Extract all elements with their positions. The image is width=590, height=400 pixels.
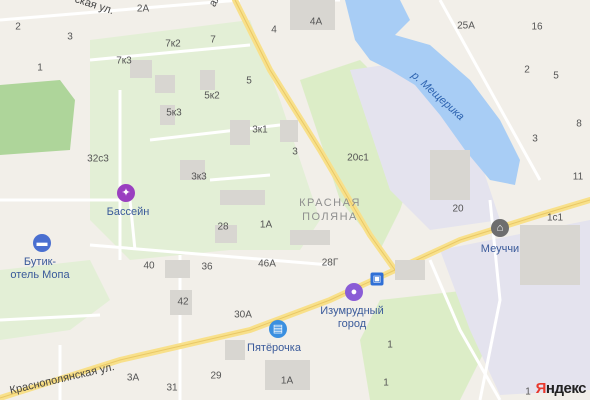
house-number: 36 xyxy=(201,261,213,273)
house-number: 7 xyxy=(210,34,216,46)
house-number: 2А xyxy=(136,3,150,15)
house-number: 1А xyxy=(280,375,294,387)
map-base xyxy=(0,0,590,400)
poi-label-meucci[interactable]: Меуччи xyxy=(481,243,519,256)
poi-label-pyaterochka[interactable]: Пятёрочка xyxy=(247,342,301,355)
house-number: 3к1 xyxy=(252,124,268,136)
house-number: 20с1 xyxy=(347,152,369,164)
basket-icon[interactable]: ▤ xyxy=(269,320,287,338)
house-number: 5 xyxy=(246,75,252,87)
house-number: 3к3 xyxy=(191,171,207,183)
house-number: 1 xyxy=(525,386,531,398)
house-number: 2 xyxy=(15,21,21,33)
poi-label-hotel[interactable]: Бутик- отель Мопа xyxy=(10,256,69,282)
dumbbell-icon[interactable]: ✦ xyxy=(117,184,135,202)
house-number: 20 xyxy=(452,203,464,215)
house-number: 28Г xyxy=(321,257,339,269)
yandex-logo[interactable]: Яндекс xyxy=(536,380,587,397)
house-number: 3А xyxy=(126,372,140,384)
house-number: 2 xyxy=(524,64,530,76)
house-number: 28 xyxy=(217,221,229,233)
house-number: 3 xyxy=(292,146,298,158)
bed-icon[interactable]: ▬ xyxy=(33,234,51,252)
house-number: 4А xyxy=(309,16,323,28)
house-number: 8 xyxy=(576,118,582,130)
forest-area xyxy=(0,80,75,155)
bus-stop-icon[interactable]: ▣ xyxy=(370,272,384,286)
house-number: 3 xyxy=(532,133,538,145)
house-number: 1 xyxy=(383,377,389,389)
house-number: 7к2 xyxy=(165,38,181,50)
house-number: 3 xyxy=(67,31,73,43)
house-number: 11 xyxy=(572,171,584,183)
house-number: 1 xyxy=(387,339,393,351)
factory-icon[interactable]: ⌂ xyxy=(491,219,509,237)
ball-icon[interactable]: ● xyxy=(345,283,363,301)
poi-label-pool[interactable]: Бассейн xyxy=(107,206,150,219)
house-number: 4 xyxy=(271,24,277,36)
poi-label-emerald-city[interactable]: Изумрудный город xyxy=(320,305,383,331)
house-number: 29 xyxy=(210,370,222,382)
house-number: 32с3 xyxy=(87,153,109,165)
house-number: 5 xyxy=(553,70,559,82)
district-label: КРАСНАЯ ПОЛЯНА xyxy=(299,197,361,223)
house-number: 30А xyxy=(234,309,252,321)
house-number: 46А xyxy=(258,258,276,270)
house-number: 1с1 xyxy=(546,212,564,224)
house-number: 42 xyxy=(177,296,189,308)
house-number: 7к3 xyxy=(116,55,132,67)
house-number: 5к2 xyxy=(204,90,220,102)
house-number: 16 xyxy=(531,21,543,33)
map-canvas[interactable]: ская ул. ая ул. Краснополянская ул. р. М… xyxy=(0,0,590,400)
house-number: 40 xyxy=(143,260,155,272)
house-number: 5к3 xyxy=(166,107,182,119)
house-number: 31 xyxy=(166,382,178,394)
house-number: 25А xyxy=(457,20,475,32)
house-number: 1 xyxy=(37,62,43,74)
house-number: 1А xyxy=(259,219,273,231)
